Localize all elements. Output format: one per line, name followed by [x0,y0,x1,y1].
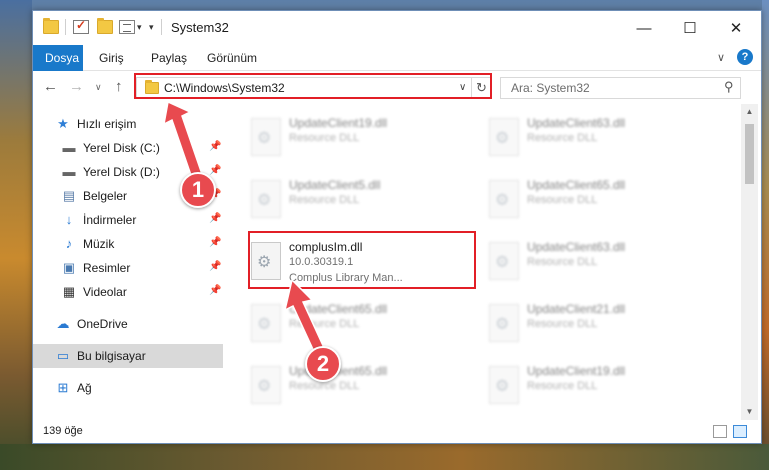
annotation-arrows [162,100,328,357]
step-1-badge: 1 [180,172,216,208]
arrow-2-icon [283,278,328,357]
step-2-badge: 2 [305,346,341,382]
